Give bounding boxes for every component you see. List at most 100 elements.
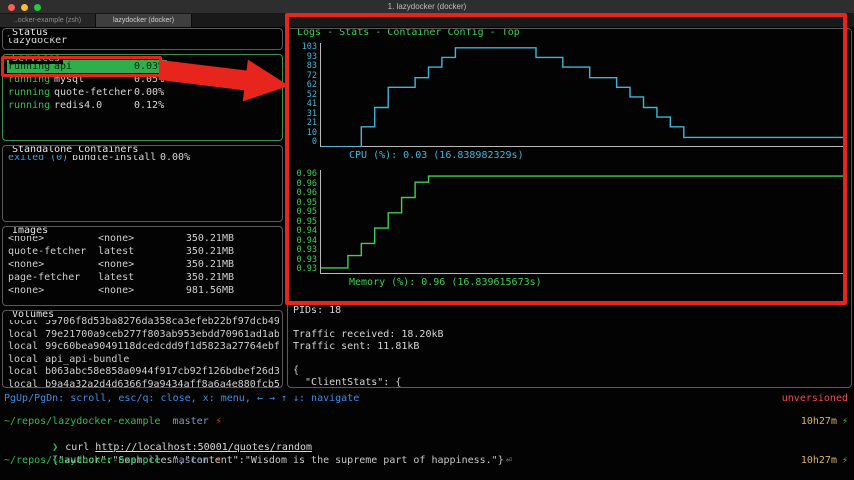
image-repo: quote-fetcher	[8, 245, 98, 258]
image-row[interactable]: <none> <none> 350.21MB	[7, 258, 279, 271]
stats-line-traffic-received: Traffic received: 18.20kB	[293, 329, 849, 341]
close-button[interactable]	[8, 4, 15, 11]
image-row[interactable]: page-fetcher latest 350.21MB	[7, 271, 279, 284]
service-name: quote-fetcher	[54, 86, 134, 99]
volume-row[interactable]: local 99c60bea9049118dcedcdd9f1d5823a2776…	[7, 341, 279, 354]
images-panel-title: Images	[9, 226, 51, 236]
traffic-lights	[8, 4, 41, 11]
lazydocker-ui: Status lazydocker Services running api 0…	[0, 27, 854, 392]
terminal-content: Status lazydocker Services running api 0…	[0, 27, 854, 480]
cpu-usage-label: CPU (%): 0.03 (16.838982329s)	[293, 149, 849, 162]
service-cpu: 0.00%	[134, 86, 164, 99]
tab-zsh[interactable]: ..ocker-example (zsh)	[0, 14, 96, 27]
services-panel-title: Services	[9, 54, 63, 64]
image-repo: <none>	[8, 284, 98, 297]
service-row-redis[interactable]: running redis4.0 0.12%	[7, 99, 167, 112]
image-tag: <none>	[98, 232, 156, 245]
tab-lazydocker[interactable]: lazydocker (docker)	[96, 14, 192, 27]
stats-line-json-open: {	[293, 365, 849, 377]
volume-driver: local	[8, 341, 38, 352]
service-cpu: 0.12%	[134, 99, 164, 112]
service-name: api	[54, 60, 134, 73]
container-cpu: 0.00%	[160, 151, 190, 164]
image-row[interactable]: quote-fetcher latest 350.21MB	[7, 245, 279, 258]
images-panel: Images <none> <none> 350.21MB quote-fetc…	[2, 226, 283, 306]
image-size: 981.56MB	[156, 284, 234, 297]
git-dirty-icon: ⚡	[216, 455, 222, 466]
main-stats-panel: Logs - Stats - Container Config - Top 10…	[287, 28, 852, 388]
terminal-window: 1. lazydocker (docker) ..ocker-example (…	[0, 0, 854, 480]
command-duration: 10h27m	[801, 455, 837, 466]
y-axis-labels: 1039383726252413121100	[293, 43, 320, 147]
shell-prompt-line: ~/repos/lazydocker-examplemaster⚡ 10h27m…	[4, 415, 848, 428]
unversioned-label: unversioned	[782, 392, 848, 405]
volume-name: b063abc58e858a0944f917cb92f126bdbef26d30…	[45, 366, 279, 377]
volume-driver: local	[8, 366, 38, 377]
shell-command-line: ❯curlhttp://localhost:50001/quotes/rando…	[4, 428, 848, 441]
prompt-left: ~/repos/lazydocker-examplemaster⚡	[4, 415, 222, 428]
image-row[interactable]: <none> <none> 981.56MB	[7, 284, 279, 297]
cpu-chart: 1039383726252413121100	[293, 43, 849, 147]
volumes-panel-title: Volumes	[9, 310, 57, 320]
image-size: 350.21MB	[156, 232, 234, 245]
service-row-mysql[interactable]: running mysql 0.05%	[7, 73, 167, 86]
image-repo: <none>	[8, 258, 98, 271]
image-size: 350.21MB	[156, 258, 234, 271]
shell-cursor-line[interactable]: ❯	[4, 467, 848, 480]
image-repo: page-fetcher	[8, 271, 98, 284]
volume-driver: local	[8, 354, 38, 365]
cwd-path: ~/repos/lazydocker-example	[4, 455, 161, 466]
minimize-button[interactable]	[21, 4, 28, 11]
image-size: 350.21MB	[156, 245, 234, 258]
command-url: http://localhost:50001/quotes/random	[95, 442, 312, 453]
image-tag: latest	[98, 271, 156, 284]
volume-name: api_api-bundle	[45, 354, 129, 365]
standalone-panel-title: Standalone Containers	[9, 145, 141, 155]
stats-line-blank	[293, 353, 849, 365]
service-row-quote-fetcher[interactable]: running quote-fetcher 0.00%	[7, 86, 167, 99]
image-tag: latest	[98, 245, 156, 258]
services-panel: Services running api 0.03% running mysql…	[2, 54, 283, 141]
stats-line-blank	[293, 317, 849, 329]
zoom-button[interactable]	[34, 4, 41, 11]
keybinding-hints: PgUp/PgDn: scroll, esc/q: close, x: menu…	[4, 392, 359, 405]
standalone-containers-panel: Standalone Containers exited (0) bundle-…	[2, 145, 283, 222]
stats-line-pids: PIDs: 18	[293, 305, 849, 317]
volume-row[interactable]: local b063abc58e858a0944f917cb92f126bdbef…	[7, 366, 279, 379]
volume-name: 79e21700a9ceb277f803ab953ebdd70961ad1ab9…	[45, 329, 279, 340]
image-size: 350.21MB	[156, 271, 234, 284]
stats-line-clientstats: "ClientStats": {	[293, 377, 849, 388]
status-panel-title: Status	[9, 28, 51, 38]
git-dirty-icon: ⚡	[216, 416, 222, 427]
image-tag: <none>	[98, 284, 156, 297]
window-titlebar: 1. lazydocker (docker)	[0, 0, 854, 14]
memory-chart: 0.960.960.960.950.950.950.940.940.930.93…	[293, 170, 849, 274]
status-panel: Status lazydocker	[2, 28, 283, 50]
tab-lazydocker-label: lazydocker (docker)	[113, 17, 174, 24]
git-branch: master	[173, 455, 209, 466]
volume-driver: local	[8, 379, 38, 389]
plot-area	[320, 170, 845, 274]
left-column: Status lazydocker Services running api 0…	[0, 27, 285, 392]
service-cpu: 0.03%	[134, 60, 164, 73]
service-state: running	[8, 73, 54, 86]
prompt-right: 10h27m⚡	[801, 415, 848, 428]
service-state: running	[8, 99, 54, 112]
volume-name: 99c60bea9049118dcedcdd9f1d5823a27764ebf3…	[45, 341, 279, 352]
window-title: 1. lazydocker (docker)	[388, 2, 467, 11]
main-panel-tabs[interactable]: Logs - Stats - Container Config - Top	[294, 28, 523, 38]
battery-icon: ⚡	[842, 455, 848, 466]
stats-text-block: PIDs: 18 Traffic received: 18.20kB Traff…	[293, 305, 849, 388]
volume-row[interactable]: localb9a4a32a2d4d6366f9a9434aff8a6a4e880…	[7, 379, 279, 389]
volume-row[interactable]: local79e21700a9ceb277f803ab953ebdd70961a…	[7, 329, 279, 342]
prompt-right: 10h27m ⚡	[801, 454, 848, 467]
plot-area	[320, 43, 845, 147]
battery-icon: ⚡	[842, 416, 848, 427]
service-cpu: 0.05%	[134, 73, 164, 86]
git-branch: master	[173, 416, 209, 427]
keybinding-bar: PgUp/PgDn: scroll, esc/q: close, x: menu…	[0, 392, 854, 405]
prompt-char: ❯	[52, 442, 58, 453]
volume-row[interactable]: local api_api-bundle	[7, 354, 279, 367]
y-axis-labels: 0.960.960.960.950.950.950.940.940.930.93…	[293, 170, 320, 274]
image-tag: <none>	[98, 258, 156, 271]
